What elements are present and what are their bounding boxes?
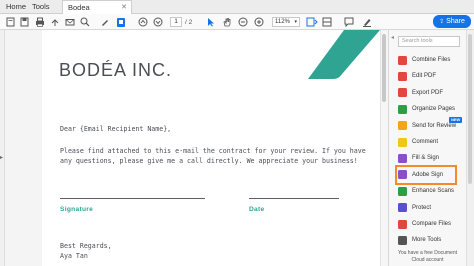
share-button[interactable]: ⇪ Share	[433, 15, 471, 28]
page-number-input[interactable]: 1	[170, 17, 182, 27]
edit-pdf-icon	[398, 71, 407, 81]
combine-files-icon	[398, 55, 407, 65]
tool-item[interactable]: Fill & Sign	[398, 150, 464, 166]
tab-bar: Home Tools Bodea Contract.pdf ✕	[0, 0, 474, 26]
email-body-line: any questions, please give me a call dir…	[60, 157, 358, 165]
adobe-sign-highlight	[395, 165, 457, 185]
date-label: Date	[249, 206, 265, 213]
tool-item-label: Compare Files	[412, 221, 452, 227]
tool-item-label: Protect	[412, 204, 432, 211]
signature-line	[60, 198, 205, 199]
view-options-icon[interactable]	[322, 16, 332, 28]
tool-item-label: Comment	[412, 139, 439, 145]
tool-item[interactable]: Export PDF	[398, 85, 464, 101]
fit-page-icon[interactable]	[306, 16, 318, 28]
tool-item-label: Organize Pages	[412, 106, 456, 113]
tool-item-label: More Tools	[412, 237, 442, 244]
fill-sign-icon	[398, 153, 407, 163]
new-badge: NEW	[449, 117, 463, 123]
tool-item-label: Send for Review	[412, 122, 457, 129]
share-button-label: Share	[446, 18, 465, 25]
organize-pages-icon	[398, 104, 407, 114]
share-icon: ⇪	[439, 19, 445, 25]
tool-item[interactable]: Combine Files	[398, 52, 464, 68]
expand-left-pane-icon[interactable]: ▸	[0, 154, 3, 161]
page-down-icon[interactable]	[153, 16, 163, 28]
tool-item[interactable]: More Tools	[398, 232, 464, 248]
tool-item-label: Combine Files	[412, 57, 451, 63]
print-icon[interactable]	[35, 16, 45, 28]
zoom-out-icon[interactable]	[238, 16, 248, 28]
document-page: BODÉA INC. Dear {Email Recipient Name}, …	[42, 30, 380, 266]
page-total: / 2	[185, 18, 193, 26]
tab-home[interactable]: Home	[6, 0, 26, 14]
tab-tools[interactable]: Tools	[32, 0, 50, 14]
tool-item[interactable]: Edit PDF	[398, 68, 464, 84]
tool-item-label: Edit PDF	[412, 73, 437, 80]
tool-item[interactable]: Compare Files	[398, 216, 464, 232]
free-note-line: You have a free Document	[397, 250, 458, 256]
date-line	[249, 198, 339, 199]
send-for-review-icon	[398, 121, 407, 131]
pen-icon[interactable]	[100, 16, 110, 28]
tool-item-label: Fill & Sign	[412, 155, 440, 162]
tools-pane-scrollbar-thumb[interactable]	[468, 34, 472, 184]
tool-item[interactable]: Organize Pages	[398, 101, 464, 117]
zoom-select[interactable]: 112% ▾	[272, 17, 300, 27]
tool-item-label: Enhance Scans	[412, 188, 455, 195]
protect-icon	[398, 203, 407, 213]
bookmark-icon[interactable]	[6, 16, 15, 28]
tab-document[interactable]: Bodea Contract.pdf ✕	[62, 0, 132, 26]
email-greeting: Dear {Email Recipient Name},	[60, 125, 172, 133]
search-icon[interactable]	[80, 16, 90, 28]
free-account-note: You have a free Document Cloud account	[389, 250, 466, 264]
page-up-icon[interactable]	[138, 16, 148, 28]
zoom-value: 112%	[275, 19, 290, 25]
close-icon[interactable]: ✕	[121, 1, 127, 15]
company-logo: BODÉA INC.	[59, 60, 173, 80]
highlight-pen-icon[interactable]	[362, 16, 372, 28]
save-icon[interactable]	[20, 16, 29, 28]
logo-stripe-graphic	[308, 30, 380, 79]
enhance-scans-icon	[398, 186, 407, 196]
tool-item-label: Export PDF	[412, 89, 444, 96]
hand-tool-icon[interactable]	[222, 16, 232, 28]
free-note-line: Cloud account	[411, 257, 444, 263]
signature-label: Signature	[60, 206, 94, 213]
tool-item[interactable]: Comment	[398, 134, 464, 150]
compare-files-icon	[398, 219, 407, 229]
comment-tool-icon[interactable]	[344, 16, 354, 28]
sender-name: Aya Tan	[60, 252, 88, 260]
comment-icon	[398, 137, 407, 147]
select-cursor-icon[interactable]	[207, 16, 215, 28]
toolbar: 1 / 2 112% ▾ ⇪ Share	[0, 14, 474, 30]
document-scrollbar-thumb[interactable]	[382, 34, 386, 102]
search-tools-input[interactable]: Search tools	[398, 36, 460, 47]
tool-item[interactable]: Enhance Scans	[398, 183, 464, 199]
export-pdf-icon	[398, 88, 407, 98]
more-tools-icon	[398, 235, 407, 245]
file-share-icon[interactable]	[116, 16, 126, 28]
chevron-down-icon: ▾	[294, 19, 297, 25]
upload-icon[interactable]	[50, 16, 60, 28]
collapse-pane-icon[interactable]: ◂	[391, 34, 394, 41]
tool-item[interactable]: Protect	[398, 200, 464, 216]
zoom-in-icon[interactable]	[254, 16, 264, 28]
mail-icon[interactable]	[65, 16, 75, 28]
